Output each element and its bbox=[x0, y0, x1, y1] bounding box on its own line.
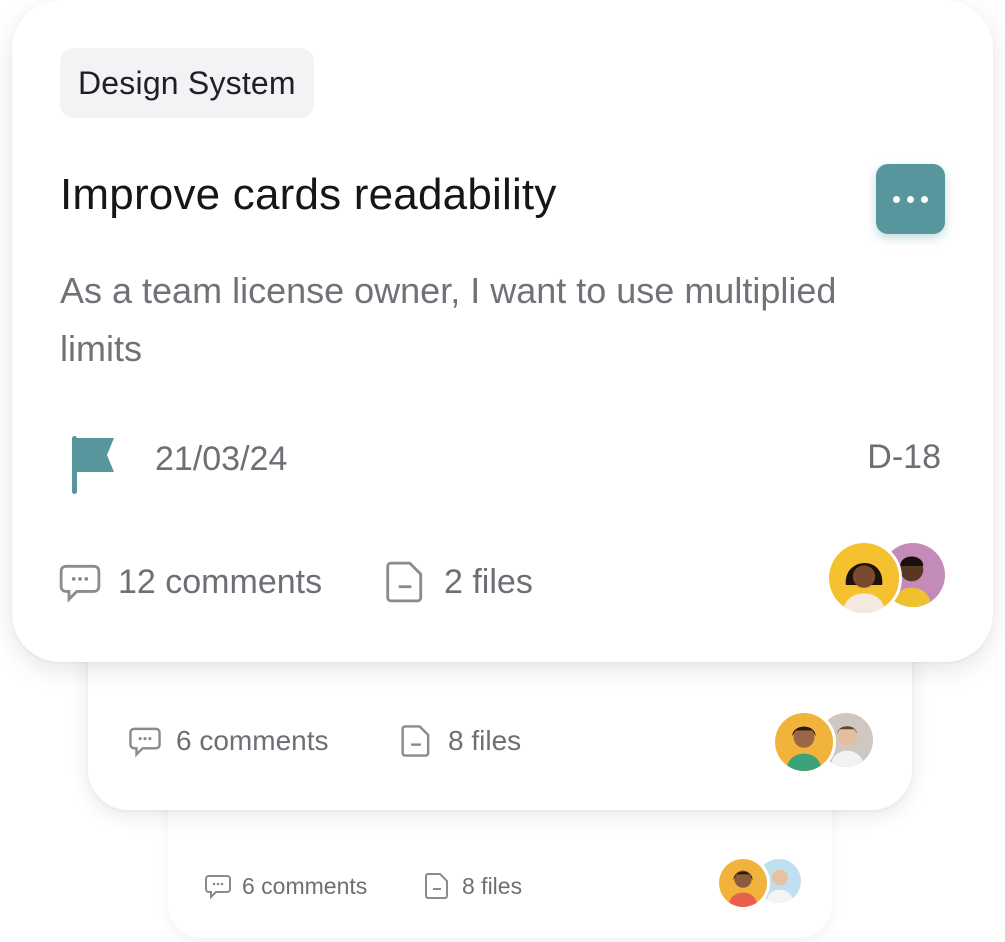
task-card-back[interactable]: 6 comments 8 files bbox=[168, 790, 832, 938]
card-title: Improve cards readability bbox=[60, 170, 557, 219]
task-card[interactable]: Design System Improve cards readability … bbox=[12, 0, 993, 662]
assignee-avatars bbox=[716, 856, 804, 910]
assignee-avatars bbox=[826, 540, 948, 616]
comments-label: 6 comments bbox=[242, 872, 368, 899]
files-count[interactable]: 8 files bbox=[424, 872, 522, 900]
comments-label: 6 comments bbox=[176, 725, 329, 756]
task-card-middle[interactable]: 6 comments 8 files bbox=[88, 640, 912, 810]
due-date: 21/03/24 bbox=[155, 440, 288, 478]
comment-icon bbox=[59, 564, 101, 603]
files-label: 8 files bbox=[462, 872, 523, 899]
comment-icon bbox=[129, 727, 161, 758]
comments-count[interactable]: 6 comments bbox=[204, 872, 367, 900]
file-icon bbox=[425, 873, 448, 899]
comment-icon bbox=[205, 875, 231, 900]
more-horizontal-icon bbox=[893, 195, 900, 203]
avatar bbox=[826, 540, 902, 616]
files-count[interactable]: 8 files bbox=[400, 724, 521, 758]
comments-count[interactable]: 6 comments bbox=[128, 724, 329, 758]
files-count[interactable]: 2 files bbox=[384, 560, 533, 604]
avatar bbox=[716, 856, 770, 910]
file-icon bbox=[386, 561, 423, 603]
comments-count[interactable]: 12 comments bbox=[58, 560, 322, 604]
card-description: As a team license owner, I want to use m… bbox=[60, 270, 837, 369]
files-label: 8 files bbox=[448, 725, 522, 756]
files-label: 2 files bbox=[444, 562, 533, 601]
avatar bbox=[772, 710, 836, 774]
more-options-button[interactable] bbox=[876, 164, 945, 234]
assignee-avatars bbox=[772, 710, 876, 774]
file-icon bbox=[401, 725, 430, 757]
category-tag[interactable]: Design System bbox=[60, 48, 314, 118]
more-horizontal-icon-dot bbox=[921, 195, 928, 203]
more-horizontal-icon-dot bbox=[907, 195, 914, 203]
days-left-badge: D-18 bbox=[867, 438, 941, 476]
flag-icon bbox=[72, 436, 114, 494]
comments-label: 12 comments bbox=[118, 562, 323, 601]
